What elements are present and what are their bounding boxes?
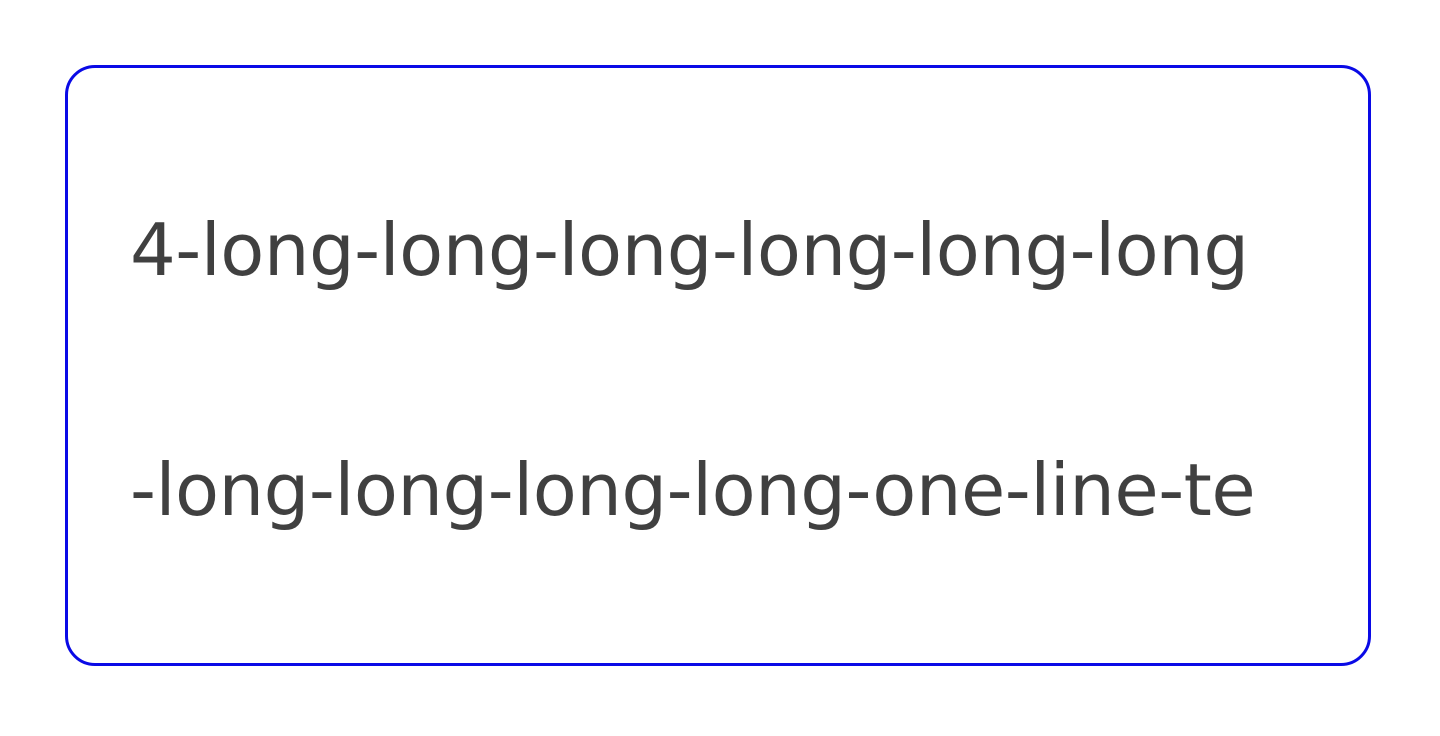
text-card: 4-long-long-long-long-long-long -long-lo…	[65, 65, 1371, 666]
text-line-2: -long-long-long-long-one-line-te	[130, 448, 1256, 532]
text-line-1: 4-long-long-long-long-long-long	[130, 208, 1249, 292]
